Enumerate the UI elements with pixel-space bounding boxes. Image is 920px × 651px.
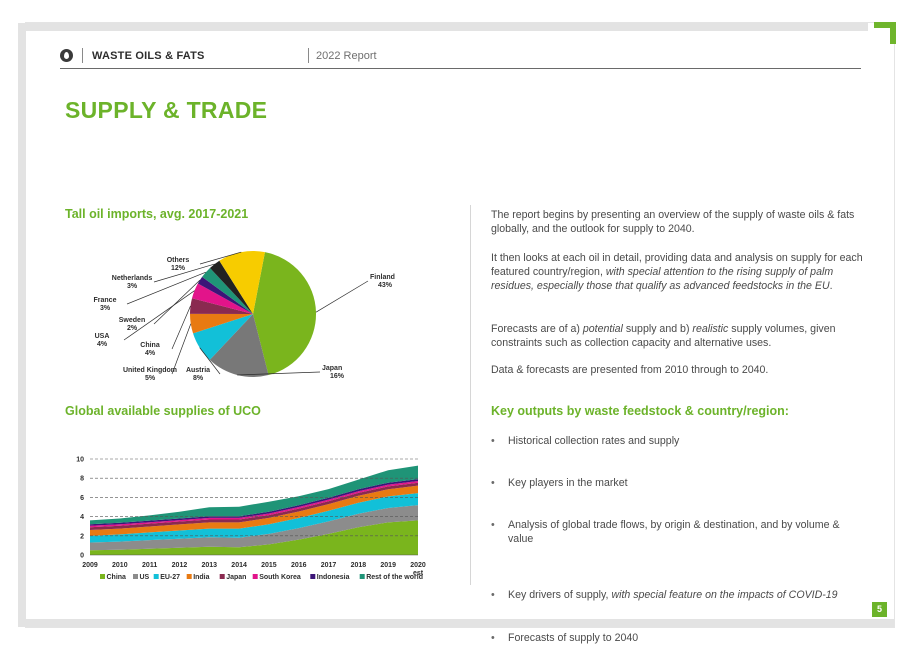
key-outputs-title: Key outputs by waste feedstock & country… <box>491 404 789 418</box>
x-tick-label: 2016 <box>291 562 307 569</box>
legend-label-indonesia: Indonesia <box>317 574 350 581</box>
header-rule <box>60 68 861 69</box>
list-item: Historical collection rates and supply <box>491 434 866 448</box>
x-tick-label: 2020 <box>410 562 426 569</box>
x-tick-label: 2010 <box>112 562 128 569</box>
x-tick-label: 2009 <box>82 562 98 569</box>
pie-value-others: 12% <box>171 265 186 272</box>
legend-swatch-china <box>100 574 105 579</box>
y-tick-label: 10 <box>76 457 84 464</box>
oil-drop-icon <box>60 49 73 62</box>
pie-value-finland: 43% <box>378 282 393 289</box>
x-tick-label: 2012 <box>172 562 188 569</box>
x-tick-label: 2011 <box>142 562 157 569</box>
detail-paragraph: It then looks at each oil in detail, pro… <box>491 252 863 292</box>
list-item: Key drivers of supply, with special feat… <box>491 588 866 602</box>
legend-swatch-indonesia <box>310 574 316 579</box>
legend-swatch-india <box>186 574 192 579</box>
header-divider <box>82 48 83 63</box>
pie-label-france: France <box>94 297 117 304</box>
y-tick-label: 2 <box>80 533 84 540</box>
legend-label-us: US <box>140 574 150 581</box>
pie-value-japan: 16% <box>330 373 345 380</box>
legend-swatch-japan <box>219 574 225 579</box>
y-tick-label: 6 <box>80 495 84 502</box>
tall-oil-pie-chart: Finland43% Japan16% Austria8% United Kingdo… <box>94 250 395 382</box>
y-tick-label: 8 <box>80 476 84 483</box>
legend-label-china: China <box>107 574 127 581</box>
pie-chart-title: Tall oil imports, avg. 2017-2021 <box>65 207 249 221</box>
pie-value-france: 3% <box>100 305 111 312</box>
uco-supply-area-chart: 0 2 4 6 8 10 2009 2010 2011 2012 2013 2014 2015 2016 2… <box>76 457 426 582</box>
header-report-label: 2022 Report <box>316 50 377 62</box>
header-divider <box>308 48 309 63</box>
column-divider <box>470 205 471 585</box>
x-tick-label: 2018 <box>351 562 367 569</box>
pie-leader-line <box>171 305 191 350</box>
list-item: Analysis of global trade flows, by origi… <box>491 518 866 546</box>
x-tick-label: 2013 <box>201 562 217 569</box>
key-outputs-list: Historical collection rates and supply K… <box>491 434 866 645</box>
frame-border-bottom <box>26 619 894 627</box>
pie-label-sweden: Sweden <box>119 317 145 324</box>
legend-swatch-eu-27 <box>153 574 159 579</box>
x-tick-label: 2019 <box>380 562 396 569</box>
header-title: WASTE OILS & FATS <box>92 50 205 62</box>
legend-label-eu-27: EU-27 <box>160 574 180 581</box>
pie-label-japan: Japan <box>322 365 342 372</box>
frame-border-left <box>18 23 26 627</box>
y-tick-label: 4 <box>80 514 84 521</box>
legend-label-south-korea: South Korea <box>259 574 301 581</box>
page-frame-top <box>0 0 920 23</box>
pie-label-china: China <box>140 342 160 349</box>
forecast-paragraph: Forecasts are of a) potential supply and… <box>491 323 836 349</box>
corner-mark-icon <box>874 22 896 44</box>
pie-value-austria: 8% <box>193 375 204 382</box>
pie-value-usa: 4% <box>97 341 108 348</box>
pie-value-united-kingdom: 5% <box>145 375 156 382</box>
legend-label-japan: Japan <box>226 574 246 581</box>
legend-swatch-us <box>133 574 138 579</box>
pie-label-austria: Austria <box>186 367 210 374</box>
legend-label-rest-of-the-world: Rest of the world <box>366 574 423 581</box>
frame-border-top <box>26 23 868 31</box>
list-item: Key players in the market <box>491 476 866 490</box>
list-item: Forecasts of supply to 2040 <box>491 631 866 645</box>
pie-value-china: 4% <box>145 350 156 357</box>
pie-label-others: Others <box>167 257 190 264</box>
pie-leader-line <box>123 290 195 341</box>
pie-label-finland: Finland <box>370 274 395 281</box>
x-tick-label: 2015 <box>261 562 277 569</box>
x-tick-label: 2017 <box>321 562 337 569</box>
y-tick-label: 0 <box>80 553 84 560</box>
pie-label-netherlands: Netherlands <box>112 275 153 282</box>
legend-swatch-rest-of-the-world <box>359 574 365 579</box>
pie-label-usa: USA <box>95 333 110 340</box>
pie-label-united-kingdom: United Kingdom <box>123 367 177 374</box>
area-chart-title: Global available supplies of UCO <box>65 404 261 418</box>
legend-swatch-south-korea <box>252 574 258 579</box>
x-tick-label: 2014 <box>231 562 247 569</box>
page-number: 5 <box>872 602 887 617</box>
page-title: SUPPLY & TRADE <box>65 97 268 123</box>
data-range-paragraph: Data & forecasts are presented from 2010… <box>491 364 769 376</box>
legend-label-india: India <box>193 574 209 581</box>
pie-value-netherlands: 3% <box>127 283 138 290</box>
pie-value-sweden: 2% <box>127 325 138 332</box>
intro-paragraph: The report begins by presenting an overv… <box>491 209 855 235</box>
pie-leader-line <box>315 280 369 313</box>
